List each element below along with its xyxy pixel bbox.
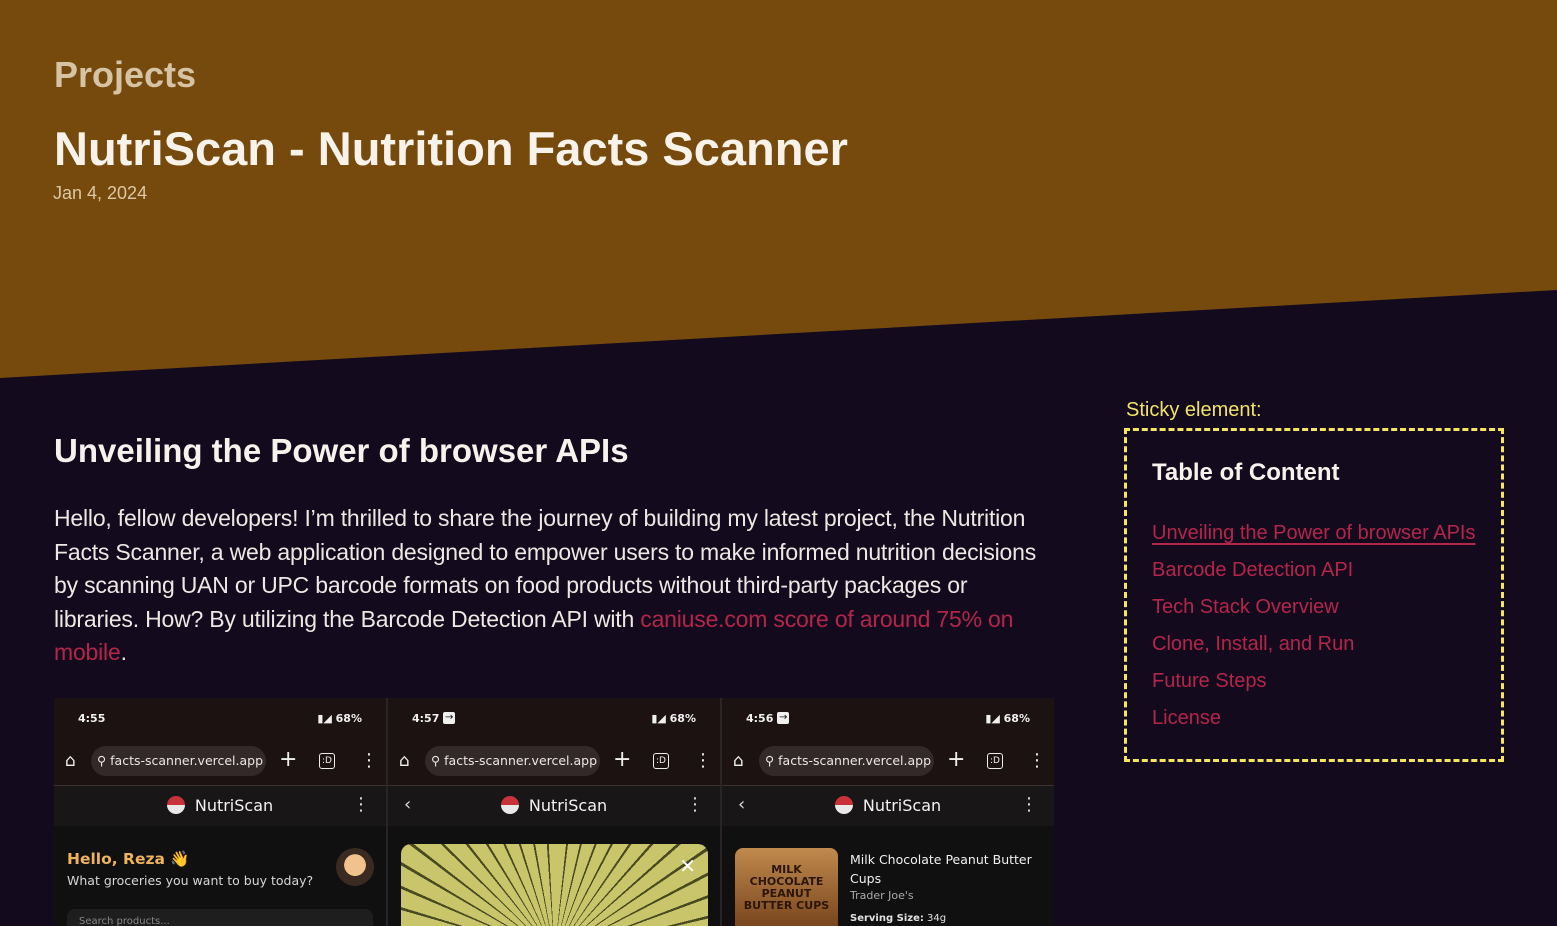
- serving-size: Serving Size: 34g: [850, 913, 946, 924]
- browser-toolbar: ⌂ ⚲ facts-scanner.vercel.app + :D ⋮: [54, 742, 386, 782]
- app-brand: NutriScan: [388, 796, 720, 815]
- search-input: Search products...: [67, 909, 373, 926]
- apple-logo-icon: [500, 796, 519, 814]
- url-text: facts-scanner.vercel.app: [110, 753, 264, 768]
- tabs-icon: :D: [319, 753, 335, 769]
- kebab-icon: ⋮: [352, 794, 370, 815]
- status-time: 4:56: [746, 712, 774, 725]
- post-date: Jan 4, 2024: [53, 183, 148, 203]
- phone-screenshot-product: 4:56 → ▮◢ 68% ⌂ ⚲ facts-scanner.vercel.a…: [722, 698, 1054, 926]
- status-battery: ▮◢ 68%: [651, 712, 696, 725]
- notification-icon: →: [777, 712, 790, 724]
- tabs-icon: :D: [653, 753, 669, 769]
- close-icon: ✕: [679, 854, 696, 878]
- article-heading: Unveiling the Power of browser APIs: [54, 432, 629, 469]
- browser-toolbar: ⌂ ⚲ facts-scanner.vercel.app + :D ⋮: [388, 742, 720, 782]
- app-bar: ‹ NutriScan ⋮: [388, 785, 720, 826]
- section-label: Projects: [54, 54, 197, 95]
- app-bar: NutriScan ⋮: [54, 785, 386, 826]
- battery-level: 68%: [335, 712, 362, 725]
- status-bar: 4:57 → ▮◢ 68%: [388, 698, 720, 738]
- status-time: 4:55: [78, 712, 106, 725]
- product-package-text: MILK CHOCOLATE PEANUT BUTTER CUPS: [743, 863, 830, 912]
- greeting-subtitle: What groceries you want to buy today?: [67, 873, 314, 888]
- menu-icon: ⋮: [1028, 750, 1046, 771]
- apple-logo-icon: [166, 796, 185, 814]
- toc-item-license[interactable]: License: [1152, 700, 1501, 737]
- table-of-content: Table of Content Unveiling the Power of …: [1124, 428, 1504, 762]
- sticky-label: Sticky element:: [1126, 399, 1262, 421]
- app-name: NutriScan: [528, 796, 608, 815]
- product-name: Milk Chocolate Peanut Butter Cups: [850, 852, 1032, 886]
- article-intro: Hello, fellow developers! I’m thrilled t…: [54, 502, 1054, 670]
- url-text: facts-scanner.vercel.app: [444, 753, 598, 768]
- avatar: [336, 848, 374, 886]
- app-bar: ‹ NutriScan ⋮: [722, 785, 1054, 826]
- home-icon: ⌂: [65, 751, 76, 771]
- hero-banner: [0, 0, 1557, 378]
- tabs-icon: :D: [987, 753, 1003, 769]
- menu-icon: ⋮: [360, 750, 378, 771]
- toc-item-clone-install-run[interactable]: Clone, Install, and Run: [1152, 626, 1501, 663]
- greeting: Hello, Reza 👋: [67, 850, 190, 868]
- toc-item-future-steps[interactable]: Future Steps: [1152, 663, 1501, 700]
- battery-level: 68%: [1003, 712, 1030, 725]
- battery-level: 68%: [669, 712, 696, 725]
- browser-toolbar: ⌂ ⚲ facts-scanner.vercel.app + :D ⋮: [722, 742, 1054, 782]
- toc-item-tech-stack[interactable]: Tech Stack Overview: [1152, 589, 1501, 626]
- status-bar: 4:56 → ▮◢ 68%: [722, 698, 1054, 738]
- product-brand: Trader Joe's: [850, 889, 914, 902]
- phone-screenshot-scanner: 4:57 → ▮◢ 68% ⌂ ⚲ facts-scanner.vercel.a…: [388, 698, 720, 926]
- status-battery: ▮◢ 68%: [985, 712, 1030, 725]
- page-title: NutriScan - Nutrition Facts Scanner: [54, 122, 848, 175]
- intro-trailing: .: [120, 639, 127, 665]
- article-body: Unveiling the Power of browser APIs Hell…: [54, 432, 1054, 670]
- app-brand: NutriScan: [54, 796, 386, 815]
- serving-label: Serving Size:: [850, 913, 924, 924]
- app-content: MILK CHOCOLATE PEANUT BUTTER CUPS Milk C…: [722, 826, 1054, 926]
- app-content: ✕: [388, 826, 720, 926]
- toc-item-barcode-detection[interactable]: Barcode Detection API: [1152, 552, 1501, 589]
- kebab-icon: ⋮: [686, 794, 704, 815]
- url-bar: ⚲ facts-scanner.vercel.app: [759, 746, 934, 776]
- url-bar: ⚲ facts-scanner.vercel.app: [91, 746, 266, 776]
- new-tab-icon: +: [613, 747, 632, 772]
- camera-preview: ✕: [401, 844, 708, 926]
- toc-title: Table of Content: [1152, 459, 1340, 486]
- notification-icon: →: [443, 712, 456, 724]
- home-icon: ⌂: [399, 751, 410, 771]
- app-content: Hello, Reza 👋 What groceries you want to…: [54, 826, 386, 926]
- serving-value: 34g: [927, 913, 947, 924]
- new-tab-icon: +: [279, 747, 298, 772]
- url-bar: ⚲ facts-scanner.vercel.app: [425, 746, 600, 776]
- url-text: facts-scanner.vercel.app: [778, 753, 932, 768]
- app-brand: NutriScan: [722, 796, 1054, 815]
- phone-screenshot-home: 4:55 ▮◢ 68% ⌂ ⚲ facts-scanner.vercel.app…: [54, 698, 386, 926]
- toc-list: Unveiling the Power of browser APIs Barc…: [1152, 515, 1501, 737]
- menu-icon: ⋮: [694, 750, 712, 771]
- kebab-icon: ⋮: [1020, 794, 1038, 815]
- toc-item-unveiling[interactable]: Unveiling the Power of browser APIs: [1152, 515, 1501, 552]
- status-time: 4:57: [412, 712, 440, 725]
- app-name: NutriScan: [194, 796, 274, 815]
- status-battery: ▮◢ 68%: [317, 712, 362, 725]
- new-tab-icon: +: [947, 747, 966, 772]
- status-bar: 4:55 ▮◢ 68%: [54, 698, 386, 738]
- apple-logo-icon: [834, 796, 853, 814]
- product-image: MILK CHOCOLATE PEANUT BUTTER CUPS: [735, 848, 838, 926]
- app-name: NutriScan: [862, 796, 942, 815]
- screenshot-strip: 4:55 ▮◢ 68% ⌂ ⚲ facts-scanner.vercel.app…: [54, 698, 1054, 926]
- home-icon: ⌂: [733, 751, 744, 771]
